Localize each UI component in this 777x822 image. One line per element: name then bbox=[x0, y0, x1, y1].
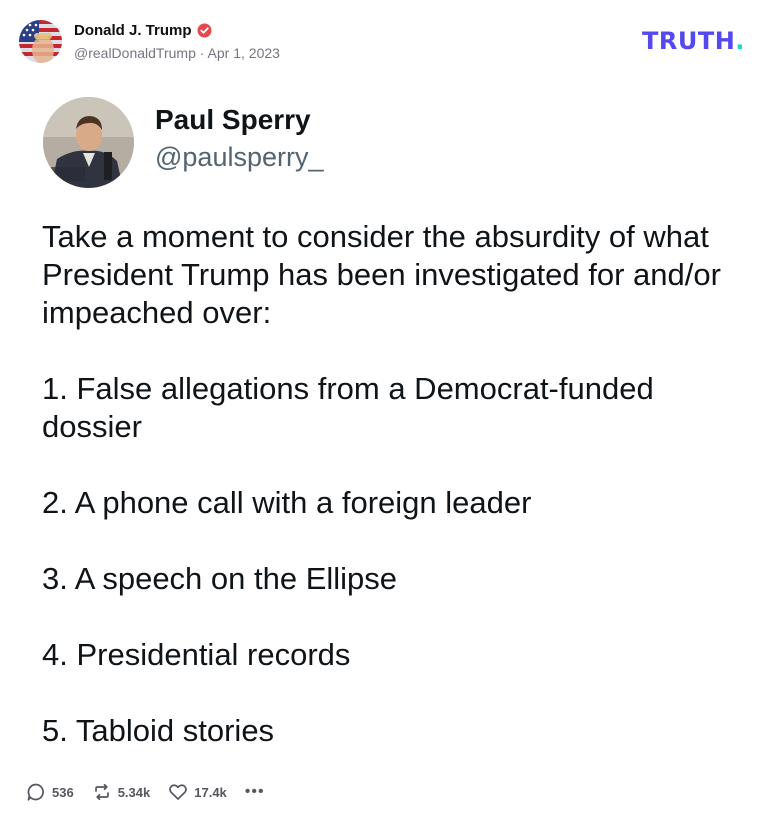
post-image[interactable]: Paul Sperry @paulsperry_ Take a moment t… bbox=[18, 80, 758, 760]
meta-separator: · bbox=[199, 45, 205, 61]
retruth-count: 5.34k bbox=[117, 784, 151, 800]
list-item: 3. A speech on the Ellipse bbox=[42, 561, 398, 596]
quoted-name: Paul Sperry bbox=[155, 104, 311, 135]
logo-dot: . bbox=[735, 27, 745, 55]
quoted-handle: @paulsperry_ bbox=[155, 142, 324, 172]
reply-button[interactable]: 536 bbox=[26, 782, 74, 802]
author-handle[interactable]: @realDonaldTrump bbox=[74, 45, 196, 61]
author-avatar[interactable] bbox=[19, 20, 62, 63]
truth-logo[interactable]: TRUTH. bbox=[642, 27, 745, 55]
quoted-intro: Take a moment to consider the absurdity … bbox=[42, 219, 721, 330]
heart-icon bbox=[168, 782, 188, 802]
post-header: Donald J. Trump @realDonaldTrump · Apr 1… bbox=[0, 0, 777, 80]
retruth-icon bbox=[92, 782, 112, 802]
more-icon[interactable]: ••• bbox=[245, 783, 265, 801]
quoted-avatar bbox=[43, 97, 134, 188]
post-meta: @realDonaldTrump · Apr 1, 2023 bbox=[74, 45, 280, 61]
post-date[interactable]: Apr 1, 2023 bbox=[208, 45, 280, 61]
reply-count: 536 bbox=[52, 784, 74, 800]
list-item: 4. Presidential records bbox=[42, 637, 351, 672]
logo-text: TRUTH bbox=[642, 27, 736, 55]
author-name[interactable]: Donald J. Trump bbox=[74, 22, 192, 39]
verified-badge-icon bbox=[197, 23, 212, 38]
retruth-button[interactable]: 5.34k bbox=[92, 782, 151, 802]
quoted-text: Take a moment to consider the absurdity … bbox=[42, 218, 754, 788]
reply-icon bbox=[26, 782, 46, 802]
like-button[interactable]: 17.4k bbox=[168, 782, 227, 802]
action-bar: 536 5.34k 17.4k ••• bbox=[26, 780, 265, 804]
list-item: 2. A phone call with a foreign leader bbox=[42, 485, 532, 520]
list-item: 5. Tabloid stories bbox=[42, 713, 275, 748]
list-item: 1. False allegations from a Democrat-fun… bbox=[42, 371, 654, 444]
like-count: 17.4k bbox=[194, 784, 227, 800]
